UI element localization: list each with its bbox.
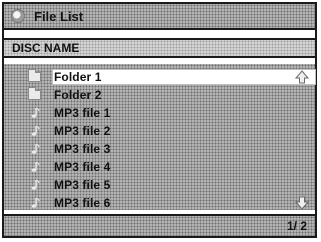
title-bar: File List (4, 4, 315, 30)
list-item-label: MP3 file 4 (54, 160, 111, 174)
arrow-down-icon[interactable] (295, 196, 309, 210)
arrow-up-icon[interactable] (295, 70, 309, 84)
list-item-mp3-file-5[interactable]: MP3 file 5 (4, 176, 315, 194)
folder-icon (28, 69, 41, 82)
list-item-mp3-file-2[interactable]: MP3 file 2 (4, 122, 315, 140)
pagination-bar: 1/ 2 (4, 214, 315, 236)
disc-name: DISC NAME (12, 41, 80, 55)
file-list: Folder 1 Folder 2 MP3 file 1 MP3 file 2 … (4, 64, 316, 210)
list-item-folder-2[interactable]: Folder 2 (4, 86, 315, 104)
list-item-mp3-file-1[interactable]: MP3 file 1 (4, 104, 315, 122)
list-item-label: Folder 1 (54, 70, 102, 84)
page-indicator: 1/ 2 (286, 219, 307, 233)
disc-name-bar: DISC NAME (4, 38, 315, 58)
list-item-label: MP3 file 2 (54, 124, 111, 138)
list-item-mp3-file-4[interactable]: MP3 file 4 (4, 158, 315, 176)
window-title: File List (34, 8, 84, 24)
folder-icon (28, 87, 41, 100)
disc-icon (11, 9, 25, 23)
music-note-icon (31, 143, 40, 154)
list-item-label: MP3 file 5 (54, 178, 111, 192)
music-note-icon (31, 197, 40, 208)
music-note-icon (31, 107, 40, 118)
separator (4, 30, 315, 38)
music-note-icon (31, 161, 40, 172)
list-item-label: MP3 file 6 (54, 196, 111, 210)
list-item-folder-1[interactable]: Folder 1 (4, 68, 316, 86)
list-item-label: MP3 file 1 (54, 106, 111, 120)
list-item-label: Folder 2 (54, 88, 102, 102)
music-note-icon (31, 179, 40, 190)
list-item-mp3-file-3[interactable]: MP3 file 3 (4, 140, 315, 158)
list-item-label: MP3 file 3 (54, 142, 111, 156)
music-note-icon (31, 125, 40, 136)
